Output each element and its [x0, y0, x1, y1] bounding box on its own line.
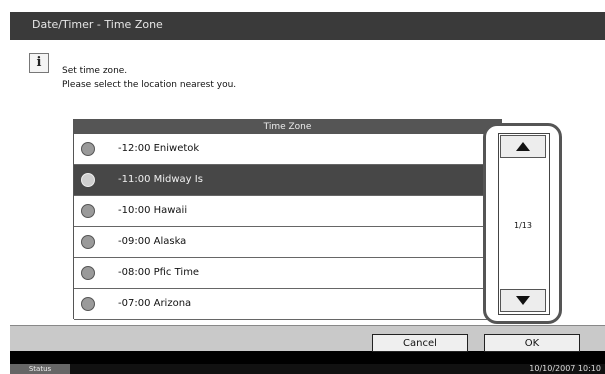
- list-item-eniwetok[interactable]: -12:00 Eniwetok: [74, 134, 487, 165]
- cancel-button[interactable]: Cancel: [372, 334, 468, 352]
- list-item-arizona[interactable]: -07:00 Arizona: [74, 289, 487, 320]
- list-item-label: -10:00 Hawaii: [118, 205, 188, 216]
- list-item-hawaii[interactable]: -10:00 Hawaii: [74, 196, 487, 227]
- triangle-up-icon: [516, 142, 530, 151]
- list-item-label: -12:00 Eniwetok: [118, 143, 200, 154]
- status-bar: Status 10/10/2007 10:10: [10, 364, 605, 374]
- globe-icon: [81, 235, 95, 249]
- instruction-text: Set time zone. Please select the locatio…: [62, 64, 236, 92]
- list-item-alaska[interactable]: -09:00 Alaska: [74, 227, 487, 258]
- list-item-midway-is[interactable]: -11:00 Midway Is: [74, 165, 487, 196]
- page-up-button[interactable]: [500, 135, 546, 158]
- list-item-label: -11:00 Midway Is: [118, 174, 203, 185]
- list-header: Time Zone: [74, 120, 501, 134]
- title-bar: Date/Timer - Time Zone: [10, 12, 605, 40]
- date-time: 10/10/2007 10:10: [529, 364, 601, 373]
- globe-icon: [81, 173, 95, 187]
- info-icon: i: [29, 53, 49, 73]
- window-title: Date/Timer - Time Zone: [32, 18, 163, 31]
- ok-button[interactable]: OK: [484, 334, 580, 352]
- page-down-button[interactable]: [500, 289, 546, 312]
- globe-icon: [81, 204, 95, 218]
- time-zone-list: Time Zone -12:00 Eniwetok -11:00 Midway …: [73, 119, 502, 320]
- triangle-down-icon: [516, 296, 530, 305]
- list-item-label: -07:00 Arizona: [118, 298, 192, 309]
- globe-icon: [81, 142, 95, 156]
- list-item-pfic-time[interactable]: -08:00 Pfic Time: [74, 258, 487, 289]
- list-item-label: -09:00 Alaska: [118, 236, 187, 247]
- status-button[interactable]: Status: [10, 364, 70, 374]
- globe-icon: [81, 297, 95, 311]
- globe-icon: [81, 266, 95, 280]
- instruction-line-2: Please select the location nearest you.: [62, 80, 237, 90]
- page-indicator: 1/13: [514, 221, 532, 230]
- list-item-label: -08:00 Pfic Time: [118, 267, 200, 278]
- instruction-line-1: Set time zone.: [62, 66, 128, 76]
